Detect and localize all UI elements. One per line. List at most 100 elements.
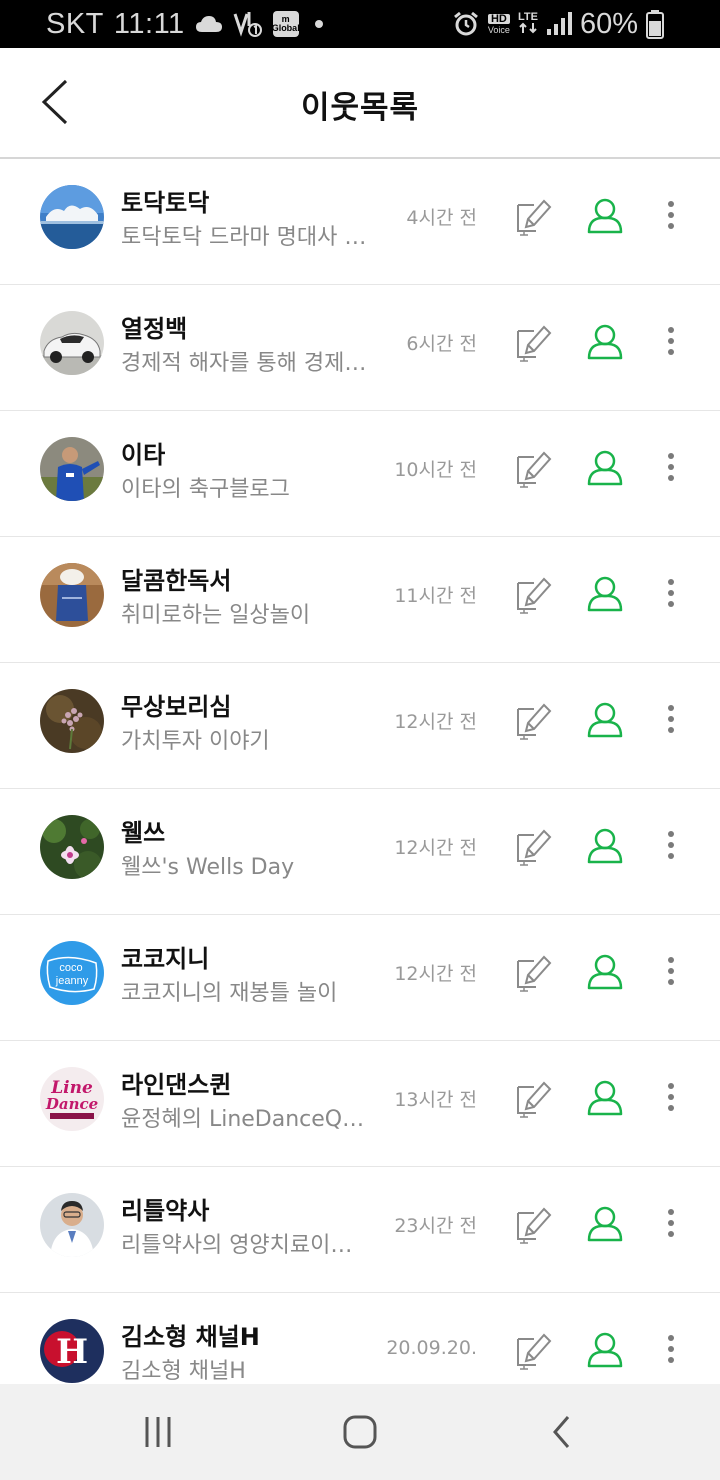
list-item[interactable]: 달콤한독서 취미로하는 일상놀이 11시간 전 — [0, 537, 720, 663]
person-icon — [587, 198, 623, 234]
write-button[interactable] — [510, 825, 554, 869]
coco-avatar-line1: coco — [59, 962, 82, 974]
nav-back-button[interactable] — [532, 1408, 592, 1456]
list-item[interactable]: 열정백 경제적 해자를 통해 경제… 6시간 전 — [0, 285, 720, 411]
more-button[interactable] — [656, 823, 686, 867]
neighbor-name: 토닥토닥 — [121, 189, 210, 217]
more-vertical-icon — [668, 1335, 674, 1363]
battery-percent: 60% — [579, 7, 638, 40]
avatar[interactable] — [40, 311, 104, 375]
neighbor-button[interactable] — [583, 1075, 627, 1119]
avatar[interactable]: H — [40, 1319, 104, 1383]
write-button[interactable] — [510, 1077, 554, 1121]
more-button[interactable] — [656, 1075, 686, 1119]
write-button[interactable] — [510, 951, 554, 995]
more-vertical-icon — [668, 453, 674, 481]
list-item[interactable]: 웰쓰 웰쓰's Wells Day 12시간 전 — [0, 789, 720, 915]
neighbor-desc: 윤정혜의 LineDanceQ… — [121, 1107, 365, 1132]
dot-icon — [309, 14, 329, 34]
home-icon — [343, 1415, 377, 1449]
recent-apps-button[interactable] — [128, 1408, 188, 1456]
neighbor-button[interactable] — [583, 823, 627, 867]
signal-icon — [546, 11, 572, 37]
update-time: 10시간 전 — [394, 459, 477, 481]
neighbor-button[interactable] — [583, 193, 627, 237]
more-button[interactable] — [656, 445, 686, 489]
neighbor-name: 라인댄스퀸 — [121, 1071, 232, 1099]
carrier-label: SKT — [46, 7, 104, 40]
person-icon — [587, 828, 623, 864]
write-button[interactable] — [510, 699, 554, 743]
recent-apps-icon — [145, 1417, 171, 1447]
neighbor-button[interactable] — [583, 1201, 627, 1245]
avatar[interactable] — [40, 689, 104, 753]
pencil-note-icon — [517, 703, 552, 740]
person-icon — [587, 324, 623, 360]
pencil-note-icon — [517, 955, 552, 992]
update-time: 20.09.20. — [386, 1337, 477, 1359]
more-button[interactable] — [656, 193, 686, 237]
list-item[interactable]: 이타 이타의 축구블로그 10시간 전 — [0, 411, 720, 537]
neighbor-desc: 코코지니의 재봉틀 놀이 — [121, 981, 338, 1006]
list-item[interactable]: 리틀약사 리틀약사의 영양치료이… 23시간 전 — [0, 1167, 720, 1293]
neighbor-name: 이타 — [121, 441, 166, 469]
write-button[interactable] — [510, 573, 554, 617]
neighbor-desc: 김소형 채널H — [121, 1359, 246, 1384]
avatar[interactable] — [40, 1193, 104, 1257]
lte-badge: LTE — [517, 11, 538, 23]
neighbor-button[interactable] — [583, 571, 627, 615]
write-button[interactable] — [510, 195, 554, 239]
neighbor-desc: 경제적 해자를 통해 경제… — [121, 351, 367, 376]
write-button[interactable] — [510, 321, 554, 365]
person-icon — [587, 576, 623, 612]
pencil-note-icon — [517, 577, 552, 614]
list-item[interactable]: coco jeanny 코코지니 코코지니의 재봉틀 놀이 12시간 전 — [0, 915, 720, 1041]
more-button[interactable] — [656, 697, 686, 741]
neighbor-desc: 토닥토닥 드라마 명대사 … — [121, 225, 367, 250]
neighbor-desc: 리틀약사의 영양치료이… — [121, 1233, 353, 1258]
more-button[interactable] — [656, 571, 686, 615]
pencil-note-icon — [517, 1333, 552, 1370]
write-button[interactable] — [510, 1203, 554, 1247]
avatar[interactable]: Line Dance — [40, 1067, 104, 1131]
update-time: 12시간 전 — [394, 963, 477, 985]
app-header: 이웃목록 — [0, 48, 720, 159]
avatar[interactable] — [40, 185, 104, 249]
write-button[interactable] — [510, 447, 554, 491]
person-icon — [587, 702, 623, 738]
neighbor-button[interactable] — [583, 949, 627, 993]
neighbor-desc: 이타의 축구블로그 — [121, 477, 290, 502]
battery-icon — [646, 9, 664, 39]
person-icon — [587, 954, 623, 990]
neighbor-name: 무상보리심 — [121, 693, 232, 721]
neighbor-button[interactable] — [583, 1327, 627, 1371]
neighbor-button[interactable] — [583, 445, 627, 489]
write-button[interactable] — [510, 1329, 554, 1373]
list-item[interactable]: 무상보리심 가치투자 이야기 12시간 전 — [0, 663, 720, 789]
avatar[interactable] — [40, 437, 104, 501]
voice-badge: Voice — [487, 24, 510, 35]
neighbor-name: 코코지니 — [121, 945, 210, 973]
person-icon — [587, 1080, 623, 1116]
avatar[interactable]: coco jeanny — [40, 941, 104, 1005]
list-item[interactable]: Line Dance 라인댄스퀸 윤정혜의 LineDanceQ… 13시간 전 — [0, 1041, 720, 1167]
neighbor-button[interactable] — [583, 697, 627, 741]
more-button[interactable] — [656, 949, 686, 993]
neighbor-list: 토닥토닥 토닥토닥 드라마 명대사 … 4시간 전 열정백 경제적 해자를 통해… — [0, 159, 720, 1419]
back-arrow-icon — [553, 1416, 570, 1448]
neighbor-button[interactable] — [583, 319, 627, 363]
person-icon — [587, 450, 623, 486]
more-button[interactable] — [656, 1327, 686, 1371]
pencil-note-icon — [517, 199, 552, 236]
pencil-note-icon — [517, 1081, 552, 1118]
list-item[interactable]: 토닥토닥 토닥토닥 드라마 명대사 … 4시간 전 — [0, 159, 720, 285]
more-button[interactable] — [656, 1201, 686, 1245]
pencil-note-icon — [517, 451, 552, 488]
channel-h-logo: H — [56, 1332, 88, 1372]
avatar[interactable] — [40, 563, 104, 627]
home-button[interactable] — [330, 1408, 390, 1456]
avatar[interactable] — [40, 815, 104, 879]
update-time: 12시간 전 — [394, 837, 477, 859]
update-time: 23시간 전 — [394, 1215, 477, 1237]
more-button[interactable] — [656, 319, 686, 363]
